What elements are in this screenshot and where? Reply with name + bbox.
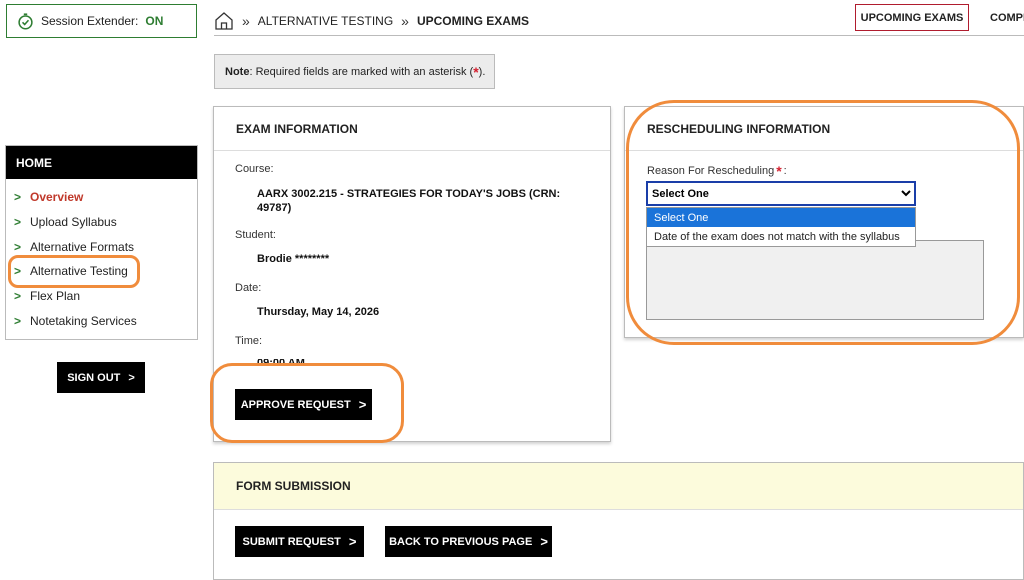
chevron-right-icon: > [14,190,22,205]
student-label: Student: [235,229,276,241]
sidebar-item-overview[interactable]: > Overview [6,185,197,210]
annotation-highlight [8,255,140,288]
breadcrumb-current: UPCOMING EXAMS [416,14,529,28]
breadcrumb-separator: » [401,13,409,29]
sign-out-button[interactable]: SIGN OUT > [57,362,145,393]
back-to-previous-page-label: BACK TO PREVIOUS PAGE [389,535,533,548]
breadcrumb-separator: » [242,13,250,29]
chevron-right-icon: > [14,313,22,328]
date-value: Thursday, May 14, 2026 [257,306,380,318]
note-end: ). [478,65,486,78]
chevron-right-icon: > [14,215,22,230]
session-extender[interactable]: Session Extender: ON [6,4,197,38]
tab-upcoming-exams[interactable]: UPCOMING EXAMS [855,4,969,31]
chevron-right-icon: > [14,239,22,254]
sign-out-label: SIGN OUT [67,371,121,384]
sidebar-item-label: Alternative Formats [30,239,135,254]
breadcrumb: » ALTERNATIVE TESTING » UPCOMING EXAMS [214,8,529,34]
stopwatch-check-icon [18,12,33,29]
tab-completed-exams[interactable]: COMPI [990,4,1024,31]
note-label: Note [225,65,250,78]
sidebar-item-label: Upload Syllabus [30,215,117,230]
chevron-right-icon: > [348,534,357,549]
required-note: Note : Required fields are marked with a… [214,54,495,89]
session-label: Session Extender: [41,14,139,28]
sidebar: HOME > Overview > Upload Syllabus > Alterna… [5,145,198,340]
time-label: Time: [235,335,263,347]
chevron-right-icon: > [14,289,22,304]
sidebar-heading[interactable]: HOME [6,146,197,179]
home-icon[interactable] [214,11,234,31]
sidebar-item-label: Overview [30,190,84,205]
form-submission-title: FORM SUBMISSION [214,463,1023,510]
date-label: Date: [235,282,262,294]
annotation-highlight [626,100,1020,345]
course-label: Course: [235,163,274,175]
sidebar-item-label: Flex Plan [30,289,81,304]
session-status: ON [145,14,164,28]
course-value: AARX 3002.215 - STRATEGIES FOR TODAY'S J… [257,188,561,214]
chevron-right-icon: > [540,534,548,549]
breadcrumb-alternative-testing[interactable]: ALTERNATIVE TESTING [258,14,393,28]
sidebar-item-notetaking-services[interactable]: > Notetaking Services [6,308,197,333]
chevron-right-icon: > [128,371,135,384]
sidebar-item-upload-syllabus[interactable]: > Upload Syllabus [6,210,197,235]
form-submission-panel: FORM SUBMISSION [213,462,1024,580]
submit-request-button[interactable]: SUBMIT REQUEST > [235,526,364,557]
note-text: : Required fields are marked with an ast… [249,65,474,78]
annotation-highlight [210,363,404,443]
submit-request-label: SUBMIT REQUEST [242,535,341,548]
back-to-previous-page-button[interactable]: BACK TO PREVIOUS PAGE > [385,526,552,557]
exam-information-title: EXAM INFORMATION [214,107,610,151]
header-divider [214,35,1024,36]
student-value: Brodie ******** [257,253,330,265]
sidebar-item-label: Notetaking Services [30,313,137,328]
